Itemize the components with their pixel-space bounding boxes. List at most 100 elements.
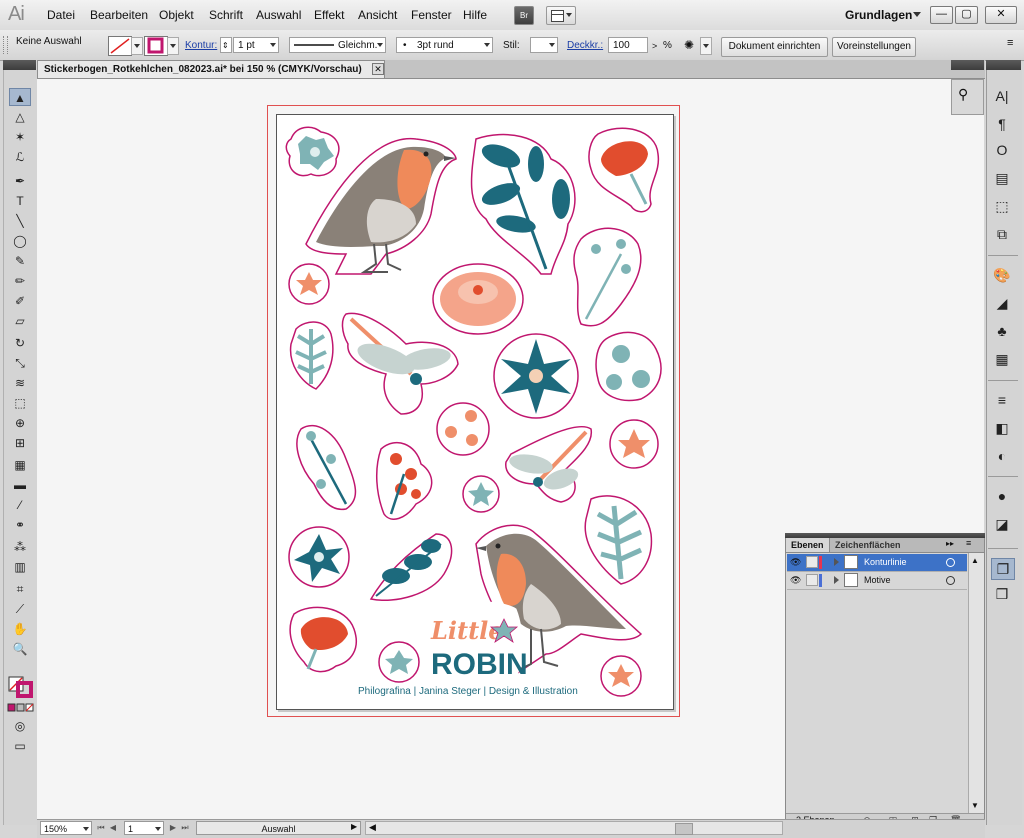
sticker-title[interactable]: Little ROBIN bbox=[421, 601, 528, 685]
color-mode-icons[interactable] bbox=[7, 703, 35, 716]
selection-tool-icon[interactable]: ▲ bbox=[9, 88, 31, 106]
opacity-arrow-icon[interactable]: > bbox=[652, 41, 657, 51]
layer-row[interactable]: 👁 Konturlinie bbox=[787, 554, 967, 572]
artboards-icon[interactable]: ❐ bbox=[991, 558, 1015, 580]
scroll-up-icon[interactable]: ▲ bbox=[971, 556, 979, 565]
brush-select[interactable]: • 3pt rund bbox=[396, 37, 493, 53]
fill-dropdown[interactable] bbox=[131, 37, 143, 55]
small-dock-header[interactable] bbox=[951, 60, 984, 70]
visibility-eye-icon[interactable]: 👁 bbox=[790, 575, 801, 585]
panel-menu-icon[interactable]: ≡ bbox=[1007, 37, 1013, 49]
stroke-label[interactable]: Kontur: bbox=[185, 40, 217, 51]
close-tab-icon[interactable]: ✕ bbox=[372, 63, 384, 75]
magic-wand-tool-icon[interactable]: ✶ bbox=[9, 128, 31, 146]
tab-layers[interactable]: Ebenen bbox=[786, 538, 830, 552]
recolor-dropdown[interactable] bbox=[700, 37, 712, 55]
type-tool-icon[interactable]: T bbox=[9, 192, 31, 210]
opentype-icon[interactable]: O bbox=[991, 140, 1013, 160]
symbols-icon[interactable]: ♣ bbox=[991, 321, 1013, 341]
tools-panel-header[interactable] bbox=[3, 60, 36, 70]
sticker-teal-star-flower[interactable] bbox=[493, 333, 579, 419]
layer-row[interactable]: 👁 Motive bbox=[787, 572, 967, 590]
sticker-coral-trio[interactable] bbox=[436, 402, 490, 456]
arrange-documents-button[interactable] bbox=[546, 6, 576, 25]
graphic-styles-icon[interactable]: ▦ bbox=[991, 349, 1013, 369]
mesh-tool-icon[interactable]: ▦ bbox=[9, 456, 31, 474]
sticker-coral-flower[interactable] bbox=[288, 263, 330, 305]
chevron-down-icon[interactable] bbox=[913, 12, 921, 17]
expand-arrow-icon[interactable] bbox=[834, 576, 839, 584]
sticker-sheet-artwork[interactable]: Little ROBIN Philografina | Janina Stege… bbox=[276, 114, 674, 710]
perspective-grid-tool-icon[interactable]: ⊞ bbox=[9, 434, 31, 452]
bridge-button[interactable]: Br bbox=[514, 6, 534, 25]
sticker-teal-flower-left[interactable] bbox=[288, 526, 350, 588]
eyedropper-tool-icon[interactable]: ⁄ bbox=[9, 496, 31, 514]
menu-hilfe[interactable]: Hilfe bbox=[463, 8, 487, 22]
artboard-number-select[interactable]: 1 bbox=[124, 821, 164, 835]
paragraph-icon[interactable]: ¶ bbox=[991, 114, 1013, 134]
minimize-button[interactable]: — bbox=[930, 6, 953, 24]
target-circle-icon[interactable] bbox=[946, 576, 955, 585]
menu-schrift[interactable]: Schrift bbox=[209, 8, 243, 22]
sticker-flower-branch[interactable] bbox=[573, 227, 642, 327]
character-icon[interactable]: A| bbox=[991, 86, 1013, 106]
stroke-weight-field[interactable]: 1 pt bbox=[233, 37, 279, 53]
ellipse-tool-icon[interactable]: ◯ bbox=[9, 232, 31, 250]
sticker-blue-sprig[interactable] bbox=[296, 424, 357, 511]
first-artboard-icon[interactable]: ⏮ bbox=[96, 822, 106, 834]
sticker-peony[interactable] bbox=[432, 263, 524, 335]
slice-tool-icon[interactable]: ⟋ bbox=[9, 600, 31, 618]
rotate-tool-icon[interactable]: ↻ bbox=[9, 334, 31, 352]
brushes-icon[interactable]: ● bbox=[991, 486, 1013, 506]
opacity-label[interactable]: Deckkr.: bbox=[567, 40, 603, 51]
scale-tool-icon[interactable]: ⤡ bbox=[9, 354, 31, 372]
zoom-select[interactable]: 150% bbox=[40, 821, 92, 835]
artboard-tool-icon[interactable]: ⌗ bbox=[9, 580, 31, 598]
sticker-flower-cluster[interactable] bbox=[595, 331, 662, 402]
blend-tool-icon[interactable]: ⚭ bbox=[9, 516, 31, 534]
menu-auswahl[interactable]: Auswahl bbox=[256, 8, 301, 22]
swatches-icon[interactable]: 🎨 bbox=[991, 265, 1013, 285]
paintbrush-tool-icon[interactable]: ✎ bbox=[9, 252, 31, 270]
sticker-leaf-branch[interactable] bbox=[470, 133, 576, 275]
stroke-icon[interactable]: ≡ bbox=[991, 390, 1013, 410]
tab-artboards[interactable]: Zeichenflächen bbox=[830, 538, 906, 552]
sticker-fern-right[interactable] bbox=[584, 495, 653, 585]
collapse-panel-icon[interactable]: ▸▸ bbox=[946, 539, 954, 548]
sticker-red-flower-bottom[interactable] bbox=[289, 606, 357, 673]
menu-fenster[interactable]: Fenster bbox=[411, 8, 452, 22]
recolor-artwork-icon[interactable]: ✺ bbox=[684, 38, 694, 52]
fill-stroke-widget[interactable] bbox=[8, 676, 34, 701]
artboards-icon[interactable]: ❒ bbox=[991, 584, 1013, 604]
sticker-coral-flower-bottom[interactable] bbox=[600, 655, 642, 697]
opacity-field[interactable]: 100 bbox=[608, 37, 648, 53]
shape-builder-tool-icon[interactable]: ⊕ bbox=[9, 414, 31, 432]
sticker-teal-leaves-bottom[interactable] bbox=[369, 533, 453, 601]
status-menu-icon[interactable]: ▶ bbox=[351, 822, 357, 831]
drawing-mode-icon[interactable]: ◎ bbox=[9, 717, 31, 735]
symbol-sprayer-tool-icon[interactable]: ⁂ bbox=[9, 538, 31, 556]
stroke-profile-select[interactable]: Gleichm. bbox=[289, 37, 386, 53]
status-display[interactable]: Auswahl bbox=[196, 821, 361, 835]
scroll-left-icon[interactable]: ◀ bbox=[369, 822, 376, 833]
lock-toggle[interactable] bbox=[806, 574, 818, 586]
sticker-dragonfly-middle[interactable] bbox=[505, 426, 592, 503]
workspace-switcher[interactable]: Grundlagen bbox=[845, 8, 912, 22]
horizontal-scrollbar[interactable] bbox=[365, 821, 783, 835]
sticker-berries[interactable] bbox=[375, 442, 433, 520]
fill-swatch[interactable] bbox=[108, 36, 132, 56]
stroke-dropdown[interactable] bbox=[167, 37, 179, 55]
stroke-swatch[interactable] bbox=[144, 36, 168, 56]
blob-brush-tool-icon[interactable]: ✐ bbox=[9, 292, 31, 310]
line-tool-icon[interactable]: ╲ bbox=[9, 212, 31, 230]
previous-artboard-icon[interactable]: ◀ bbox=[108, 822, 118, 834]
right-dock-header[interactable] bbox=[986, 60, 1021, 70]
graphic-style-select[interactable] bbox=[530, 37, 558, 53]
gradient-icon[interactable]: ◢ bbox=[991, 293, 1013, 313]
lock-toggle[interactable] bbox=[806, 556, 818, 568]
screen-mode-icon[interactable]: ▭ bbox=[9, 737, 31, 755]
pen-tool-icon[interactable]: ✒ bbox=[9, 172, 31, 190]
transparency-icon[interactable]: ◧ bbox=[991, 418, 1013, 438]
appearance-icon[interactable]: ◐ bbox=[991, 446, 1013, 466]
lasso-tool-icon[interactable]: ℒ bbox=[9, 148, 31, 166]
